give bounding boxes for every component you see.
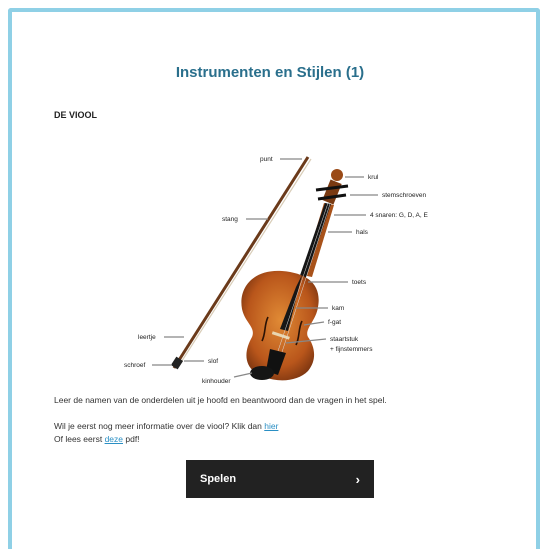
violin-diagram: punt krul stemschroeven 4 snaren: G, D, … xyxy=(124,156,428,385)
pdf-prefix: Of lees eerst xyxy=(54,434,105,444)
chevron-right-icon: › xyxy=(355,471,360,487)
info-prefix: Wil je eerst nog meer informatie over de… xyxy=(54,421,265,431)
pdf-link[interactable]: deze xyxy=(105,434,123,444)
label-kam: kam xyxy=(332,305,344,312)
lesson-card: Instrumenten en Stijlen (1) DE VIOOL pun… xyxy=(12,12,528,545)
label-stang: stang xyxy=(222,216,238,223)
label-schroef: schroef xyxy=(124,362,146,369)
info-line: Wil je eerst nog meer informatie over de… xyxy=(54,420,278,433)
label-staartstuk: staartstuk xyxy=(330,336,359,343)
label-snaren: 4 snaren: G, D, A, E xyxy=(370,212,428,219)
label-krul: krul xyxy=(368,174,379,181)
play-button[interactable]: Spelen › xyxy=(186,460,374,498)
label-slof: slof xyxy=(208,358,218,365)
label-stemschroeven: stemschroeven xyxy=(382,192,426,199)
pdf-suffix: pdf! xyxy=(123,434,140,444)
info-link[interactable]: hier xyxy=(264,421,278,431)
label-toets: toets xyxy=(352,279,367,286)
label-hals: hals xyxy=(356,229,369,236)
section-heading: DE VIOOL xyxy=(54,110,98,120)
label-fgat: f-gat xyxy=(328,319,341,326)
page-title: Instrumenten en Stijlen (1) xyxy=(175,64,365,81)
label-punt: punt xyxy=(260,156,273,163)
label-leertje: leertje xyxy=(138,334,156,341)
label-fijnstemmers: + fijnstemmers xyxy=(330,346,373,353)
pdf-line: Of lees eerst deze pdf! xyxy=(54,433,140,446)
label-kinhouder: kinhouder xyxy=(202,378,231,385)
play-button-label: Spelen xyxy=(200,473,237,485)
instruction-text: Leer de namen van de onderdelen uit je h… xyxy=(54,395,387,405)
